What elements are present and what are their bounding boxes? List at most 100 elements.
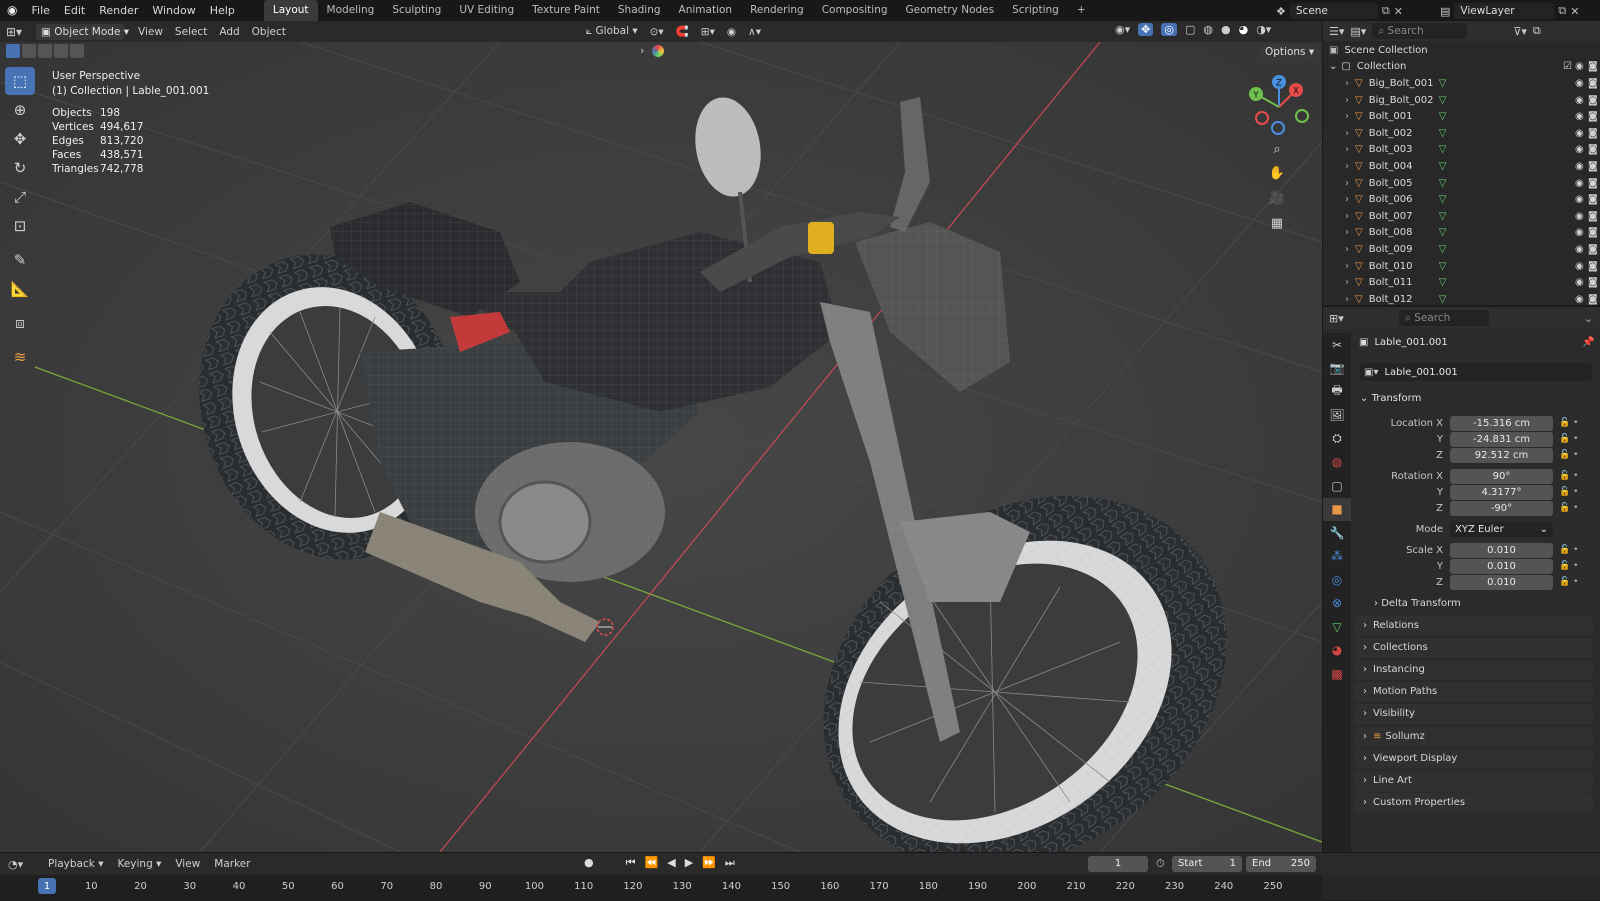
material-color-icon[interactable]: [652, 45, 664, 57]
visibility-eye-icon[interactable]: ◉: [1575, 261, 1584, 272]
pivot-icon[interactable]: ⊙▾: [644, 26, 670, 38]
rotation-x-field[interactable]: 90°: [1450, 469, 1553, 484]
exclude-checkbox[interactable]: ☑: [1563, 61, 1572, 72]
menu-help[interactable]: Help: [203, 0, 242, 21]
end-frame-field[interactable]: End 250: [1246, 856, 1316, 872]
transform-panel-header[interactable]: ⌄ Transform: [1360, 393, 1421, 404]
particles-tab-icon[interactable]: ⁂: [1323, 545, 1351, 569]
outliner-item[interactable]: › ▽ Bolt_004 ▽ ◉ ◙: [1323, 158, 1600, 175]
mesh-data-icon[interactable]: ▽: [1439, 261, 1447, 272]
tab-sculpting[interactable]: Sculpting: [383, 0, 450, 21]
pin-icon[interactable]: 📌: [1582, 337, 1594, 348]
tab-scripting[interactable]: Scripting: [1003, 0, 1068, 21]
mesh-data-icon[interactable]: ▽: [1439, 144, 1447, 155]
property-panel-header[interactable]: › Custom Properties: [1355, 792, 1593, 813]
start-frame-field[interactable]: Start 1: [1172, 856, 1242, 872]
new-collection-icon[interactable]: ⧉: [1533, 24, 1541, 38]
outliner-collection[interactable]: ⌄ ▢ Collection ☑ ◉ ◙: [1323, 59, 1600, 76]
mesh-data-icon[interactable]: ▽: [1439, 277, 1447, 288]
visibility-eye-icon[interactable]: ◉: [1575, 178, 1584, 189]
mode-dropdown[interactable]: ▣ Object Mode ▾: [36, 23, 129, 40]
render-camera-icon[interactable]: ◙: [1588, 294, 1598, 305]
play-reverse-icon[interactable]: ◀: [667, 856, 675, 870]
expand-arrow-icon[interactable]: ›: [1345, 144, 1349, 155]
navigation-gizmo[interactable]: Z X Y: [1244, 72, 1314, 142]
expand-arrow-icon[interactable]: ›: [1345, 128, 1349, 139]
gizmo-toggle-icon[interactable]: ✥: [1138, 23, 1154, 36]
mesh-data-icon[interactable]: ▽: [1439, 78, 1447, 89]
proportional-edit-icon[interactable]: ◉: [721, 26, 742, 38]
render-camera-icon[interactable]: ◙: [1588, 78, 1598, 89]
render-camera-icon[interactable]: ◙: [1588, 261, 1598, 272]
render-camera-icon[interactable]: ◙: [1588, 211, 1598, 222]
world-tab-icon[interactable]: ◍: [1323, 451, 1351, 475]
collection-tab-icon[interactable]: ▢: [1323, 474, 1351, 498]
visibility-eye-icon[interactable]: ◉: [1575, 194, 1584, 205]
outliner-item[interactable]: › ▽ Bolt_006 ▽ ◉ ◙: [1323, 191, 1600, 208]
location-z-field[interactable]: 92.512 cm: [1450, 448, 1553, 463]
modifier-tab-icon[interactable]: 🔧: [1323, 521, 1351, 545]
visibility-eye-icon[interactable]: ◉: [1575, 294, 1584, 305]
properties-search-input[interactable]: ⌕ Search: [1399, 310, 1489, 326]
add-workspace-icon[interactable]: +: [1068, 0, 1095, 21]
mesh-data-icon[interactable]: ▽: [1439, 194, 1447, 205]
lock-icon[interactable]: 🔓 •: [1559, 487, 1578, 497]
tab-uv-editing[interactable]: UV Editing: [450, 0, 523, 21]
outliner-item[interactable]: › ▽ Bolt_010 ▽ ◉ ◙: [1323, 258, 1600, 275]
visibility-eye-icon[interactable]: ◉: [1575, 161, 1584, 172]
visibility-eye-icon[interactable]: ◉: [1575, 211, 1584, 222]
pan-hand-icon[interactable]: ✋: [1266, 162, 1288, 184]
render-camera-icon[interactable]: ◙: [1588, 144, 1598, 155]
outliner-item[interactable]: › ▽ Bolt_001 ▽ ◉ ◙: [1323, 108, 1600, 125]
tab-compositing[interactable]: Compositing: [813, 0, 897, 21]
filter-icon[interactable]: ⊽▾: [1513, 25, 1527, 38]
play-icon[interactable]: ▶: [685, 856, 693, 870]
rotation-y-field[interactable]: 4.3177°: [1450, 485, 1553, 500]
measure-tool-icon[interactable]: 📐: [5, 275, 35, 303]
wireframe-shading-icon[interactable]: ◍: [1203, 23, 1213, 36]
overlay-toggle-icon[interactable]: ◎: [1161, 23, 1177, 36]
property-panel-header[interactable]: › Motion Paths: [1355, 682, 1593, 703]
object-name-field[interactable]: ▣▾ Lable_001.001: [1360, 363, 1592, 381]
menu-object[interactable]: Object: [246, 26, 292, 38]
property-panel-header[interactable]: › Viewport Display: [1355, 748, 1593, 769]
options-dropdown[interactable]: Options ▾: [1260, 44, 1320, 60]
outliner-item[interactable]: › ▽ Bolt_011 ▽ ◉ ◙: [1323, 274, 1600, 291]
new-scene-icon[interactable]: ⧉: [1382, 4, 1390, 18]
tab-rendering[interactable]: Rendering: [741, 0, 813, 21]
rotation-z-field[interactable]: -90°: [1450, 501, 1553, 516]
visibility-eye-icon[interactable]: ◉: [1575, 128, 1584, 139]
mesh-data-icon[interactable]: ▽: [1439, 111, 1447, 122]
visibility-eye-icon[interactable]: ◉: [1575, 111, 1584, 122]
stopwatch-icon[interactable]: ⏱: [1156, 857, 1165, 871]
select-subtract-icon[interactable]: [38, 44, 52, 58]
property-panel-header[interactable]: › Visibility: [1355, 704, 1593, 725]
expand-arrow-icon[interactable]: ›: [1345, 194, 1349, 205]
menu-timeline-view[interactable]: View: [169, 858, 206, 870]
lock-icon[interactable]: 🔓 •: [1559, 471, 1578, 481]
menu-render[interactable]: Render: [92, 0, 145, 21]
outliner-editor-icon[interactable]: ☰▾: [1329, 25, 1344, 38]
render-camera-icon[interactable]: ◙: [1588, 161, 1598, 172]
orientation-dropdown[interactable]: ⟀ Global ▾: [580, 25, 644, 38]
prev-keyframe-icon[interactable]: ⏪: [645, 856, 659, 870]
render-camera-icon[interactable]: ◙: [1588, 128, 1598, 139]
lock-icon[interactable]: 🔓 •: [1559, 503, 1578, 513]
solid-shading-icon[interactable]: ●: [1221, 23, 1231, 36]
blender-logo-icon[interactable]: ◉: [0, 0, 24, 21]
ortho-grid-icon[interactable]: ▦: [1266, 212, 1288, 234]
property-panel-header[interactable]: › Relations: [1355, 616, 1593, 636]
texture-tab-icon[interactable]: ▩: [1323, 662, 1351, 686]
outliner-item[interactable]: › ▽ Bolt_003 ▽ ◉ ◙: [1323, 142, 1600, 159]
menu-window[interactable]: Window: [145, 0, 202, 21]
properties-editor-icon[interactable]: ⊞▾: [1329, 312, 1399, 325]
mesh-data-icon[interactable]: ▽: [1439, 244, 1447, 255]
tab-layout[interactable]: Layout: [263, 0, 318, 21]
menu-file[interactable]: File: [24, 0, 56, 21]
output-tab-icon[interactable]: 🖶: [1323, 380, 1351, 404]
tab-shading[interactable]: Shading: [609, 0, 670, 21]
menu-select[interactable]: Select: [169, 26, 213, 38]
visibility-eye-icon[interactable]: ◉: [1575, 277, 1584, 288]
timeline-editor-icon[interactable]: ◔▾: [8, 858, 40, 871]
outliner-item[interactable]: › ▽ Bolt_008 ▽ ◉ ◙: [1323, 225, 1600, 242]
